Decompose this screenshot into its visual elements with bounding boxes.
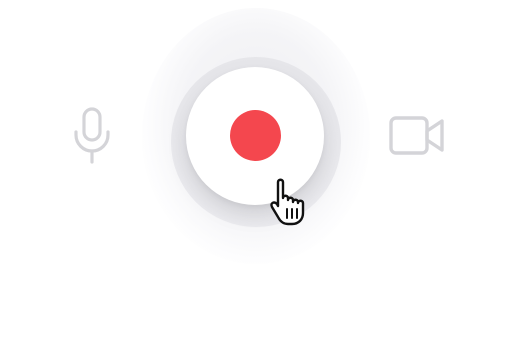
recorder-screen: [0, 0, 512, 341]
record-dot-icon: [230, 110, 281, 161]
video-camera-icon[interactable]: [388, 114, 446, 158]
hand-pointer-cursor: [270, 178, 305, 226]
microphone-icon[interactable]: [71, 107, 113, 165]
